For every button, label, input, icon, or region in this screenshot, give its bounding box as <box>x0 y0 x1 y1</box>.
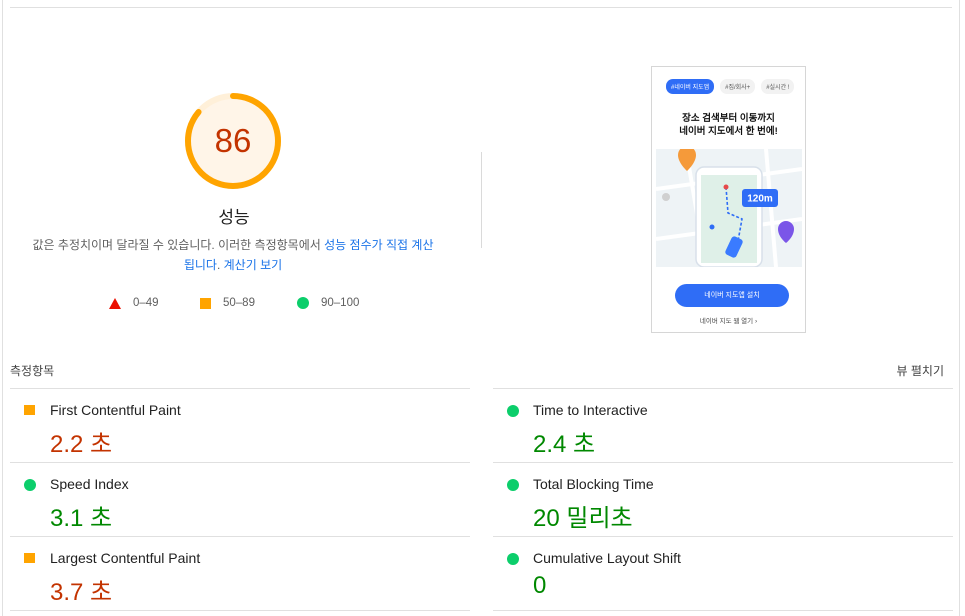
metrics-section-title: 측정항목 <box>10 364 55 378</box>
metric-value: 2.2 초 <box>50 431 113 458</box>
chip: #실시간 ! <box>761 79 795 94</box>
score-description: 값은 추정치이며 달라질 수 있습니다. 이러한 측정항목에서 성능 점수가 직… <box>28 235 438 275</box>
headline-line: 네이버 지도에서 한 번에! <box>679 126 778 137</box>
install-app-button[interactable]: 네이버 지도앱 설치 <box>675 284 789 307</box>
screenshot-headline: 장소 검색부터 이동까지 네이버 지도에서 한 번에! <box>652 112 805 138</box>
metric-first-contentful-paint: First Contentful Paint 2.2 초 <box>10 388 470 462</box>
average-square-icon <box>24 553 35 563</box>
metric-name: Total Blocking Time <box>533 476 654 492</box>
final-screenshot: #네이버 지도앱 #집/회사+ #실시간 ! 장소 검색부터 이동까지 네이버 … <box>651 66 806 333</box>
pass-circle-icon <box>507 479 519 491</box>
performance-score: 86 <box>214 122 252 159</box>
metric-name: Largest Contentful Paint <box>50 550 201 566</box>
metric-name: Time to Interactive <box>533 402 648 418</box>
distance-label: 120m <box>747 194 773 205</box>
metric-name: Cumulative Layout Shift <box>533 550 681 566</box>
square-icon <box>200 297 211 309</box>
headline-line: 장소 검색부터 이동까지 <box>682 113 775 124</box>
map-illustration: 120m <box>656 149 802 267</box>
description-text: 값은 추정치이며 달라질 수 있습니다. 이러한 측정항목에서 <box>32 238 325 252</box>
metric-speed-index: Speed Index 3.1 초 <box>10 462 470 536</box>
pass-circle-icon <box>507 405 519 417</box>
legend-fail-range: 0–49 <box>133 297 159 309</box>
metric-largest-contentful-paint: Largest Contentful Paint 3.7 초 <box>10 536 470 610</box>
calculator-link[interactable]: 계산기 보기 <box>224 258 283 272</box>
legend-fail: 0–49 <box>109 295 159 311</box>
metric-total-blocking-time: Total Blocking Time 20 밀리초 <box>493 462 953 536</box>
performance-gauge: 86 <box>184 92 282 190</box>
metrics-bottom-rule <box>493 610 953 612</box>
metric-value: 3.7 초 <box>50 579 113 606</box>
description-period: . <box>216 258 224 272</box>
map-marker <box>662 193 670 201</box>
metric-name: Speed Index <box>50 476 129 492</box>
legend-average-range: 50–89 <box>223 297 255 309</box>
top-divider <box>10 7 952 8</box>
circle-icon <box>297 297 309 309</box>
triangle-icon <box>109 297 121 309</box>
metric-value: 2.4 초 <box>533 431 596 458</box>
metrics-right-column: Time to Interactive 2.4 초 Total Blocking… <box>493 388 953 612</box>
metric-name: First Contentful Paint <box>50 402 181 418</box>
expand-view-toggle[interactable]: 뷰 펼치기 <box>897 362 945 379</box>
metric-cumulative-layout-shift: Cumulative Layout Shift 0 <box>493 536 953 610</box>
vertical-divider <box>481 152 482 248</box>
metric-value: 3.1 초 <box>50 505 113 532</box>
gauge-label: 성능 <box>218 208 250 227</box>
open-web-link[interactable]: 네이버 지도 웹 열기 › <box>652 315 805 325</box>
legend-pass-range: 90–100 <box>321 297 360 309</box>
pass-circle-icon <box>507 553 519 565</box>
legend-average: 50–89 <box>200 295 255 311</box>
pass-circle-icon <box>24 479 36 491</box>
screenshot-chips: #네이버 지도앱 #집/회사+ #실시간 ! <box>666 79 795 94</box>
metric-time-to-interactive: Time to Interactive 2.4 초 <box>493 388 953 462</box>
metrics-left-column: First Contentful Paint 2.2 초 Speed Index… <box>10 388 470 612</box>
metric-value: 20 밀리초 <box>533 505 633 532</box>
metrics-bottom-rule <box>10 610 470 612</box>
chip: #집/회사+ <box>720 79 756 94</box>
legend-pass: 90–100 <box>297 295 359 311</box>
metric-value: 0 <box>533 572 547 599</box>
average-square-icon <box>24 405 35 415</box>
chip: #네이버 지도앱 <box>666 79 715 94</box>
